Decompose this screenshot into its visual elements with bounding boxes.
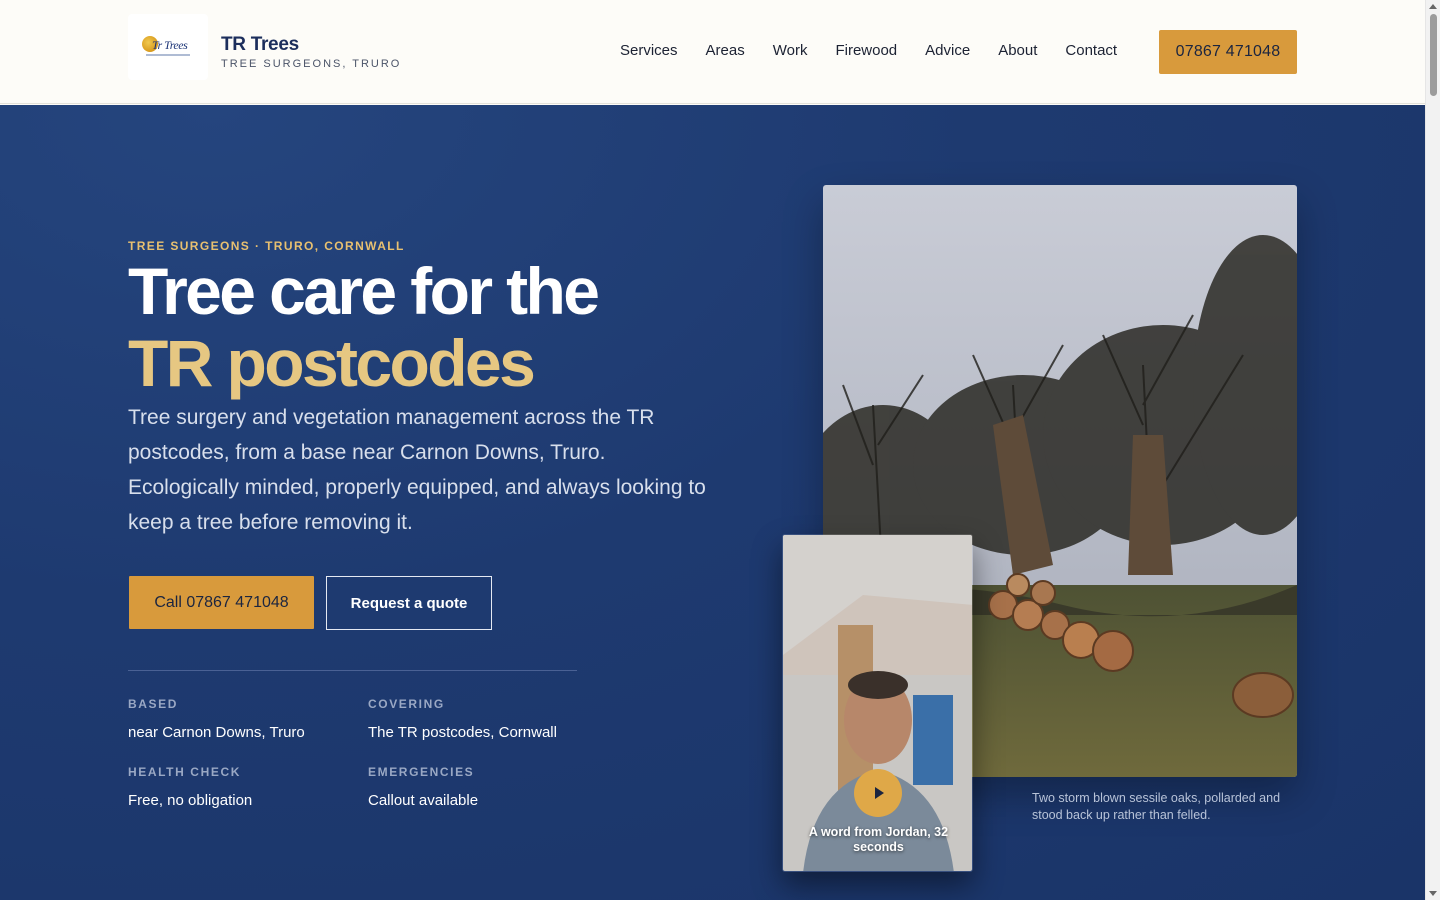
call-button[interactable]: Call 07867 471048	[129, 576, 314, 629]
nav-areas[interactable]: Areas	[706, 42, 745, 59]
logo-tree-icon: Tr Trees	[138, 32, 198, 62]
hero-title: Tree care for the TR postcodes	[128, 254, 600, 400]
hero-lead: Tree surgery and vegetation management a…	[128, 406, 706, 534]
nav-about[interactable]: About	[998, 42, 1037, 59]
scroll-up-icon[interactable]	[1429, 4, 1437, 9]
brand-tagline: TREE SURGEONS, TRURO	[221, 58, 402, 70]
main-nav: Services Areas Work Firewood Advice Abou…	[620, 42, 1117, 59]
header-phone-button[interactable]: 07867 471048	[1159, 30, 1297, 74]
brand-name[interactable]: TR Trees	[221, 34, 299, 56]
facts-divider	[128, 670, 577, 671]
scroll-thumb[interactable]	[1430, 14, 1437, 96]
video-label: A word from Jordan, 32 seconds	[808, 825, 949, 854]
request-quote-button[interactable]: Request a quote	[326, 576, 492, 630]
hero-title-line2: TR postcodes	[128, 326, 536, 400]
hero-title-line1: Tree care for the	[128, 254, 600, 328]
nav-services[interactable]: Services	[620, 42, 678, 59]
fact-value-health-check: Free, no obligation	[128, 792, 253, 809]
site-header: Tr Trees TR Trees TREE SURGEONS, TRURO S…	[0, 0, 1425, 104]
fact-value-emergencies: Callout available	[368, 792, 479, 809]
play-icon	[875, 787, 884, 799]
hero-section: TREE SURGEONS · TRURO, CORNWALL Tree car…	[0, 105, 1425, 900]
nav-firewood[interactable]: Firewood	[835, 42, 897, 59]
nav-work[interactable]: Work	[773, 42, 808, 59]
fact-label-based: BASED	[128, 697, 179, 711]
scroll-down-icon[interactable]	[1429, 891, 1437, 896]
hero-eyebrow: TREE SURGEONS · TRURO, CORNWALL	[128, 239, 405, 253]
fact-label-health-check: HEALTH CHECK	[128, 765, 241, 779]
logo-text: Tr Trees	[152, 38, 188, 52]
nav-contact[interactable]: Contact	[1065, 42, 1117, 59]
fact-value-based: near Carnon Downs, Truro	[128, 724, 305, 741]
fact-label-emergencies: EMERGENCIES	[368, 765, 475, 779]
fact-value-covering: The TR postcodes, Cornwall	[368, 724, 557, 741]
video-testimonial-card[interactable]: A word from Jordan, 32 seconds	[782, 534, 973, 872]
site-logo[interactable]: Tr Trees	[128, 14, 208, 80]
nav-advice[interactable]: Advice	[925, 42, 970, 59]
page-scrollbar[interactable]	[1425, 0, 1440, 900]
photo-caption: Two storm blown sessile oaks, pollarded …	[1032, 791, 1281, 822]
play-button[interactable]	[854, 769, 902, 817]
fact-label-covering: COVERING	[368, 697, 445, 711]
